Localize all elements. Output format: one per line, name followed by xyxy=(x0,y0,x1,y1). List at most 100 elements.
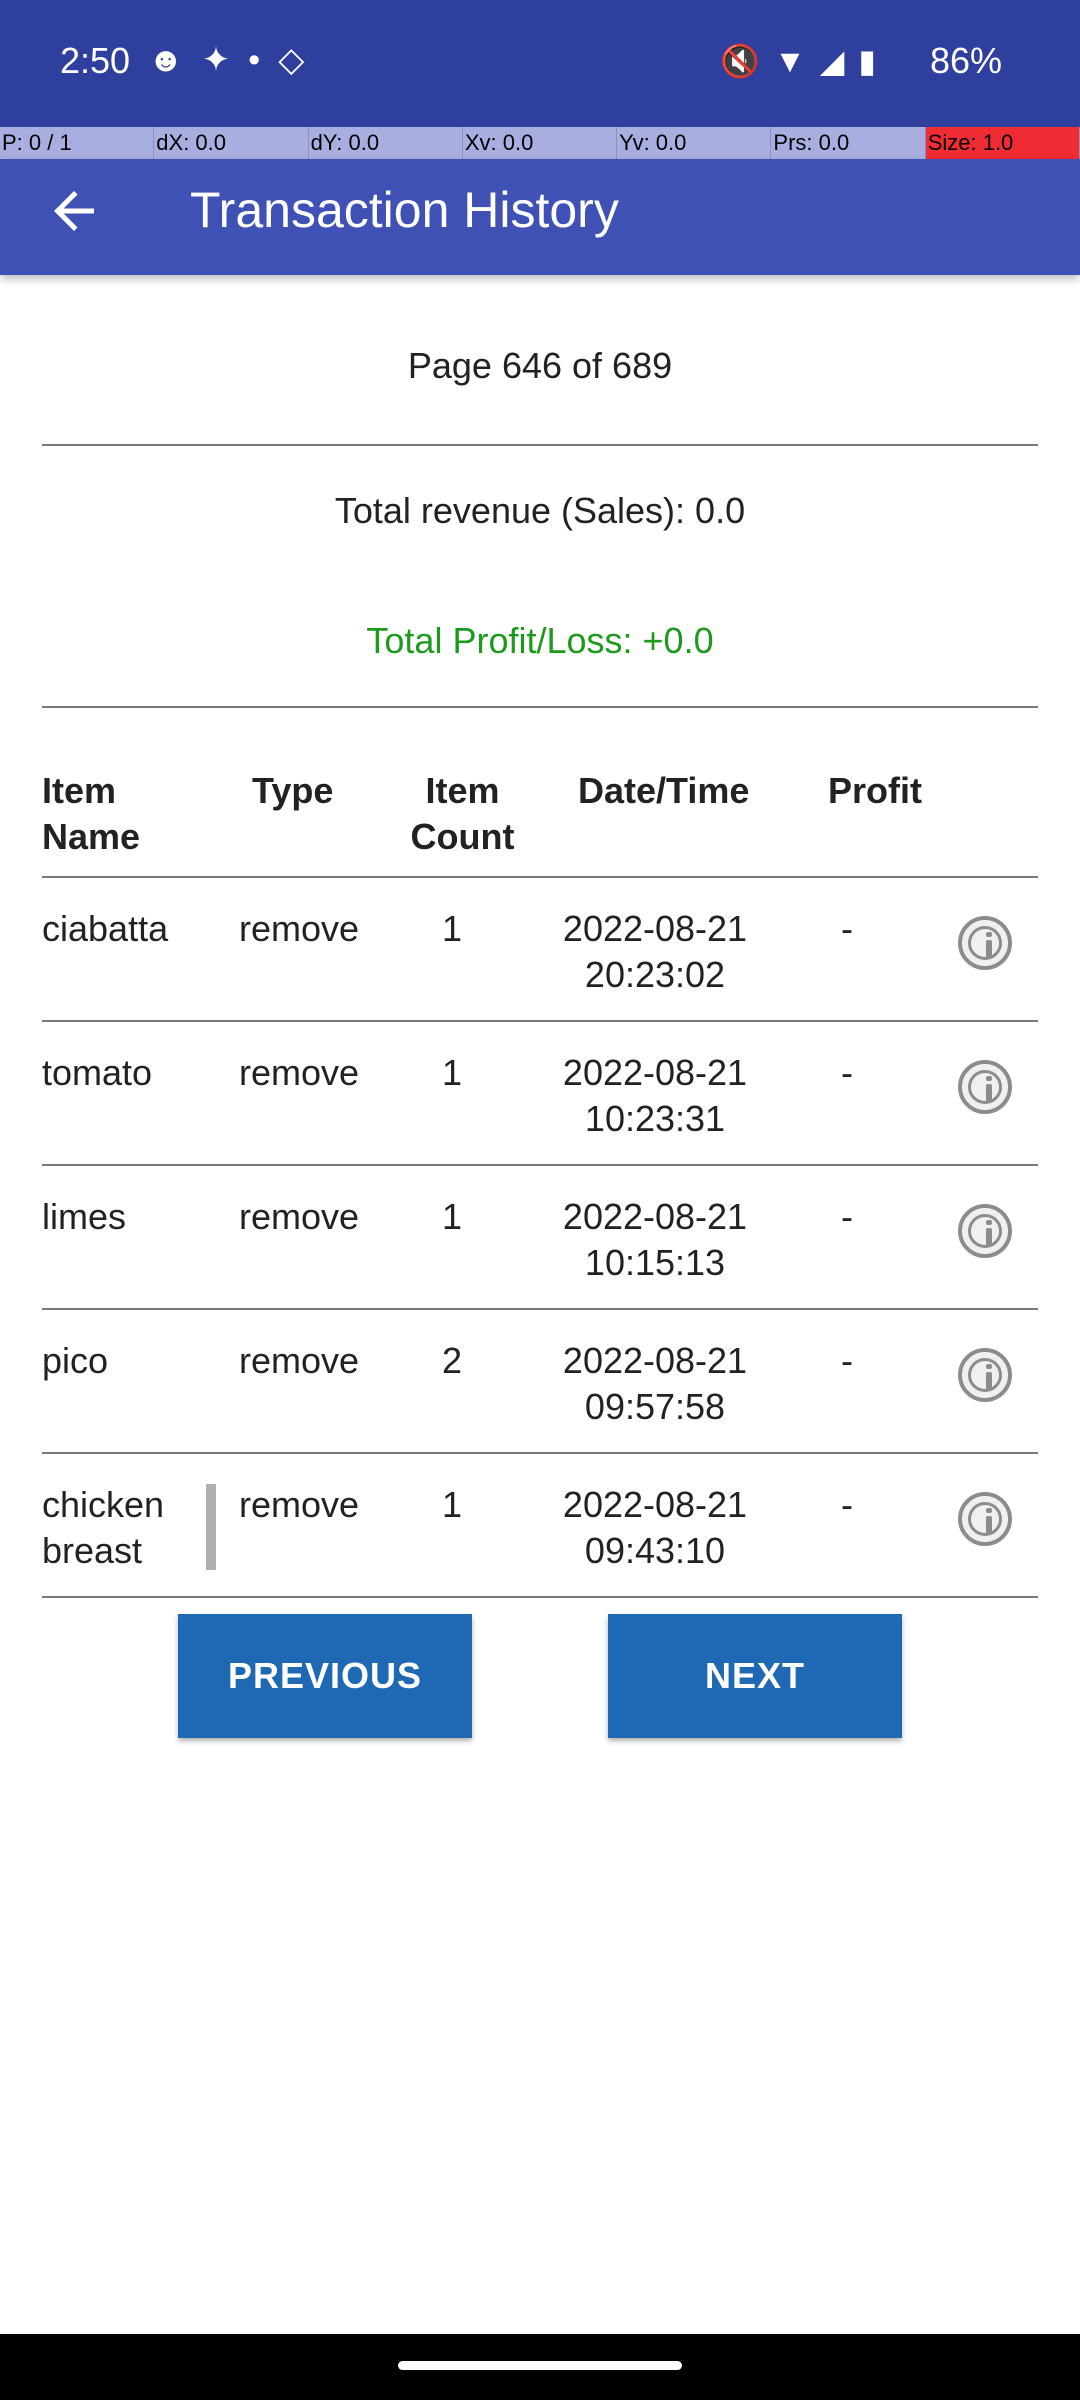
diamond-icon: ◇ xyxy=(278,41,323,79)
info-dot xyxy=(986,1364,992,1369)
item-date: 2022-08-21 xyxy=(562,1484,748,1525)
divider xyxy=(42,444,1038,446)
page-title: Transaction History xyxy=(190,182,619,238)
header-type: Type xyxy=(252,770,334,811)
item-count: 2 xyxy=(441,1340,463,1381)
item-profit: - xyxy=(841,1052,853,1093)
item-date: 2022-08-21 xyxy=(562,1196,748,1237)
item-name: chicken breast xyxy=(42,1484,165,1571)
mute-icon: 🔇 xyxy=(720,43,775,79)
item-datetime: 2022-08-21 10:23:31 xyxy=(542,1050,768,1142)
pointer-size: Size: 1.0 xyxy=(925,127,1080,159)
status-time: 2:50 xyxy=(60,40,131,81)
item-name: tomato xyxy=(42,1052,153,1093)
info-icon xyxy=(968,926,1002,960)
item-count: 1 xyxy=(441,1052,463,1093)
pointer-yv: Yv: 0.0 xyxy=(617,127,772,159)
next-button[interactable]: NEXT xyxy=(608,1614,902,1738)
transaction-list[interactable]: ciabatta remove 1 2022-08-21 20:23:02 - t… xyxy=(0,878,1080,1598)
home-handle[interactable] xyxy=(398,2361,682,2370)
battery-percent: 86% xyxy=(929,40,1002,81)
cell-scrollbar[interactable] xyxy=(206,1484,216,1570)
item-time: 09:57:58 xyxy=(584,1386,726,1427)
pointer-location-overlay: P: 0 / 1 dX: 0.0 dY: 0.0 Xv: 0.0 Yv: 0.0… xyxy=(0,127,1080,159)
item-profit: - xyxy=(841,1340,853,1381)
info-dot xyxy=(986,1076,992,1081)
info-stem xyxy=(986,1516,992,1534)
item-count: 1 xyxy=(441,1196,463,1237)
previous-button[interactable]: PREVIOUS xyxy=(178,1614,472,1738)
info-button[interactable] xyxy=(958,1348,1012,1402)
info-button[interactable] xyxy=(958,1204,1012,1258)
item-date: 2022-08-21 xyxy=(562,908,748,949)
notification-icons: ☻✦•◇ xyxy=(148,40,322,80)
info-icon xyxy=(968,1358,1002,1392)
table-row: tomato remove 1 2022-08-21 10:23:31 - xyxy=(42,1022,1038,1166)
item-count: 1 xyxy=(441,908,463,949)
info-icon xyxy=(968,1070,1002,1104)
item-profit: - xyxy=(841,908,853,949)
info-button[interactable] xyxy=(958,1060,1012,1114)
table-row: ciabatta remove 1 2022-08-21 20:23:02 - xyxy=(42,878,1038,1022)
item-datetime: 2022-08-21 09:57:58 xyxy=(542,1338,768,1430)
item-datetime: 2022-08-21 20:23:02 xyxy=(542,906,768,998)
info-dot xyxy=(986,1508,992,1513)
item-name: ciabatta xyxy=(42,908,169,949)
item-datetime: 2022-08-21 10:15:13 xyxy=(542,1194,768,1286)
info-dot xyxy=(986,1220,992,1225)
item-name: limes xyxy=(42,1196,127,1237)
snapchat-icon: ☻ xyxy=(148,41,202,79)
divider xyxy=(42,706,1038,708)
item-type: remove xyxy=(239,1196,360,1237)
table-row: chicken breast remove 1 2022-08-21 09:43:… xyxy=(42,1454,1038,1598)
total-revenue: Total revenue (Sales): 0.0 xyxy=(334,490,746,531)
item-time: 20:23:02 xyxy=(584,954,726,995)
item-name: pico xyxy=(42,1340,109,1381)
item-date: 2022-08-21 xyxy=(562,1340,748,1381)
pointer-count: P: 0 / 1 xyxy=(0,127,155,159)
system-icons: 🔇▼◢▮ xyxy=(720,42,890,80)
back-arrow-icon xyxy=(54,191,94,231)
info-button[interactable] xyxy=(958,916,1012,970)
info-button[interactable] xyxy=(958,1492,1012,1546)
pointer-pressure: Prs: 0.0 xyxy=(771,127,926,159)
slack-icon: ✦ xyxy=(201,41,249,79)
sparkle-icon: • xyxy=(248,41,279,79)
row-divider xyxy=(42,1596,1038,1598)
item-type: remove xyxy=(239,1340,360,1381)
status-bar: 2:50 ☻✦•◇ 🔇▼◢▮ 86% xyxy=(0,0,1080,127)
item-time: 09:43:10 xyxy=(584,1530,726,1571)
pointer-dx: dX: 0.0 xyxy=(154,127,309,159)
item-date: 2022-08-21 xyxy=(562,1052,748,1093)
header-profit: Profit xyxy=(828,770,922,811)
total-profit-loss: Total Profit/Loss: +0.0 xyxy=(366,620,714,661)
info-stem xyxy=(986,1228,992,1246)
item-time: 10:15:13 xyxy=(584,1242,726,1283)
info-icon xyxy=(968,1214,1002,1248)
item-profit: - xyxy=(841,1196,853,1237)
header-date-time: Date/Time xyxy=(578,770,750,811)
battery-icon: ▮ xyxy=(858,43,890,79)
item-type: remove xyxy=(239,1052,360,1093)
table-row: pico remove 2 2022-08-21 09:57:58 - xyxy=(42,1310,1038,1454)
item-type: remove xyxy=(239,1484,360,1525)
info-dot xyxy=(986,932,992,937)
pointer-dy: dY: 0.0 xyxy=(308,127,463,159)
item-count: 1 xyxy=(441,1484,463,1525)
item-type: remove xyxy=(239,908,360,949)
back-button[interactable] xyxy=(44,181,104,241)
page-indicator: Page 646 of 689 xyxy=(407,345,673,386)
table-row: limes remove 1 2022-08-21 10:15:13 - xyxy=(42,1166,1038,1310)
info-stem xyxy=(986,1084,992,1102)
header-item-name: Item Name xyxy=(42,770,141,857)
info-stem xyxy=(986,940,992,958)
wifi-icon: ▼ xyxy=(774,43,820,79)
pointer-xv: Xv: 0.0 xyxy=(462,127,618,159)
item-time: 10:23:31 xyxy=(584,1098,726,1139)
signal-icon: ◢ xyxy=(819,43,859,79)
item-datetime: 2022-08-21 09:43:10 xyxy=(542,1482,768,1574)
info-stem xyxy=(986,1372,992,1390)
app-bar: Transaction History xyxy=(0,159,1080,275)
item-profit: - xyxy=(841,1484,853,1525)
header-item-count: Item Count xyxy=(410,770,515,857)
